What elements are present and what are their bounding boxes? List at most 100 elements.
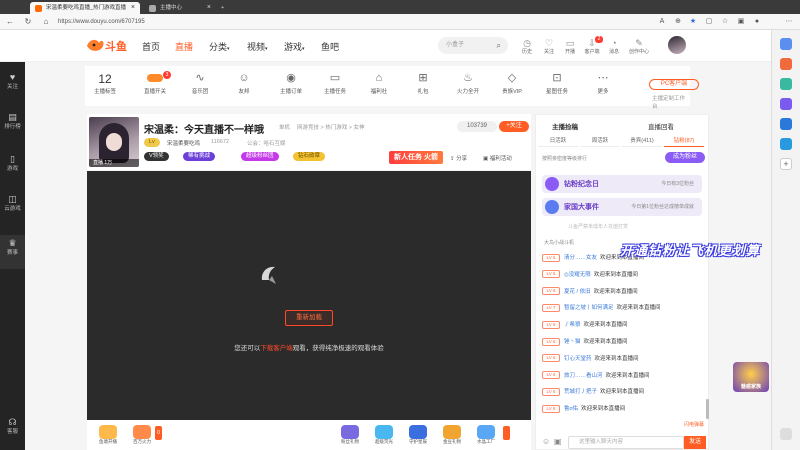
split-screen-icon[interactable]: ▢	[704, 17, 714, 27]
close-tab-icon[interactable]: ×	[131, 2, 135, 14]
outlook-icon[interactable]	[780, 138, 792, 150]
douyu-logo[interactable]: 斗鱼	[85, 37, 127, 55]
favorite-star-icon[interactable]: ★	[688, 17, 698, 27]
subtab-daily[interactable]: 日活跃	[538, 135, 578, 147]
tab-replay[interactable]: 直播回看	[648, 121, 674, 131]
new-tab-button[interactable]: +	[218, 2, 232, 14]
nav-home[interactable]: 首页	[142, 40, 160, 53]
tools-icon[interactable]	[780, 78, 792, 90]
tool-orders[interactable]: ◉ 主播订单	[271, 71, 311, 95]
chat-username[interactable]: 钉心天堂药	[564, 356, 592, 362]
chat-username[interactable]: 清分……女友	[564, 255, 597, 261]
subtab-weekly[interactable]: 周活跃	[580, 135, 620, 147]
follow-button[interactable]: ♡ 关注	[539, 38, 559, 55]
promo-event[interactable]: 家国大事件 今日第1位粉丝达成榜单成就	[542, 198, 702, 216]
gift-item[interactable]: 百万火力	[129, 425, 155, 445]
office-icon[interactable]	[780, 118, 792, 130]
gift-item[interactable]: 水晶工厂	[473, 425, 499, 445]
close-tab-icon[interactable]: ×	[207, 2, 211, 14]
home-icon[interactable]: ⌂	[40, 16, 52, 28]
tag-count[interactable]: 12 主播标签	[85, 71, 125, 95]
become-fan-button[interactable]: 成为粉丝	[665, 152, 705, 163]
history-button[interactable]: ◷ 历史	[517, 38, 537, 55]
gift-item[interactable]: 超级荧光	[371, 425, 397, 445]
chat-username[interactable]: 锤丶猫	[564, 339, 581, 345]
tool-friends[interactable]: ☺ 友邦	[224, 71, 264, 95]
user-avatar[interactable]	[668, 36, 686, 54]
tool-gift-pack[interactable]: ⊞ 礼包	[403, 71, 443, 95]
family-badge[interactable]: 魅惑家族	[733, 362, 769, 392]
nav-live[interactable]: 直播	[175, 40, 193, 53]
collections-icon[interactable]: ▣	[736, 17, 746, 27]
sidebar-item-follow[interactable]: ♥ 关注	[0, 72, 25, 90]
subtab-vip[interactable]: 贵宾(411)	[622, 135, 662, 147]
badge-rare-challenge[interactable]: 稀有挑战	[183, 152, 216, 161]
gift-scroll-handle[interactable]	[503, 426, 510, 440]
tool-vip[interactable]: ◇ 贵族VIP	[492, 71, 532, 95]
profile-icon[interactable]: ●	[752, 17, 762, 27]
sidebar-item-games[interactable]: ▯ 游戏	[0, 154, 25, 172]
chat-username[interactable]: 旅刀……看山河	[564, 373, 603, 379]
tab-anchor-picks[interactable]: 主播捡稿	[552, 121, 578, 131]
browser-tab-active[interactable]: 宋温柔要吃鸡直播_热门游戏直播 ×	[30, 2, 140, 14]
chat-username[interactable]: 暂留之坡丨如何满足	[564, 305, 614, 311]
sidebar-item-cloud-game[interactable]: ◫ 云游戏	[0, 194, 25, 212]
gift-item[interactable]: 鱼塘开播	[95, 425, 121, 445]
add-icon[interactable]: +	[780, 158, 792, 170]
stream-category[interactable]: 单机	[279, 123, 290, 131]
badge-super-fans[interactable]: 超级粉丝团	[241, 152, 279, 161]
sidebar-item-support[interactable]: ☊ 客服	[0, 417, 25, 435]
browser-tab[interactable]: 主播中心 ×	[144, 2, 216, 14]
promo-anniversary[interactable]: 钻粉纪念日 今日有3位粉丝	[542, 175, 702, 193]
emoji-icon[interactable]: ☺	[542, 437, 550, 446]
badge-diamond[interactable]: 钻石勋章	[293, 152, 326, 161]
badge-v[interactable]: V领奖	[144, 152, 169, 161]
tool-firepower[interactable]: ♨ 火力全开	[448, 71, 488, 95]
sidebar-item-events[interactable]: ♛ 赛事	[0, 235, 25, 269]
tool-live-switch[interactable]: 直播开关 3	[135, 71, 175, 95]
new-task-banner[interactable]: 新人任务 火箭	[389, 151, 443, 164]
flash-danmu-toggle[interactable]: 闪电弹幕	[684, 421, 704, 428]
tool-music[interactable]: ∿ 音乐团	[180, 71, 220, 95]
tool-welfare[interactable]: ⌂ 福利社	[359, 71, 399, 95]
nav-video[interactable]: 视频▾	[247, 40, 268, 53]
chat-username[interactable]: 鲁o佑	[564, 406, 578, 412]
pc-client-button[interactable]: PC客户端	[649, 79, 699, 90]
gift-item[interactable]: 粉丝礼物	[337, 425, 363, 445]
reload-button[interactable]: 重新加载	[285, 310, 333, 326]
send-button[interactable]: 发送	[684, 436, 706, 449]
video-player[interactable]: 重新加载 您还可以下载客户端观看，获得纯净极速的观看体验	[87, 171, 531, 420]
zoom-icon[interactable]: ⊕	[673, 17, 683, 27]
shopping-icon[interactable]	[780, 58, 792, 70]
follow-button[interactable]: +关注	[499, 121, 529, 132]
chat-username[interactable]: 夏花 / 依旧	[564, 289, 591, 295]
stream-path[interactable]: 网游竞技 > 热门游戏 > 女神	[297, 123, 365, 131]
tool-star-tasks[interactable]: ⊡ 星图任务	[537, 71, 577, 95]
gift-box-icon[interactable]: ▣	[554, 437, 562, 446]
streamer-avatar[interactable]: 直播 1万	[89, 117, 139, 167]
guild-label[interactable]: 公会：哈石互娱	[247, 139, 286, 147]
promo-overlay-text[interactable]: 开通钻粉让飞机更划算	[620, 240, 760, 259]
nav-category[interactable]: 分类▾	[209, 40, 230, 53]
creator-center-button[interactable]: ✎ 创作中心	[626, 38, 652, 55]
sidebar-item-ranking[interactable]: ▤ 排行榜	[0, 112, 25, 130]
gift-item[interactable]: 金豆礼物	[439, 425, 465, 445]
more-menu-icon[interactable]: ⋯	[784, 17, 794, 27]
start-live-button[interactable]: ▭ 开播	[560, 38, 580, 55]
read-aloud-icon[interactable]: A	[657, 17, 667, 27]
search-icon[interactable]: ⌕	[497, 37, 501, 54]
search-icon[interactable]	[780, 38, 792, 50]
refresh-icon[interactable]: ↻	[22, 16, 34, 28]
tool-more[interactable]: ⋯ 更多	[583, 71, 623, 95]
settings-icon[interactable]	[780, 428, 792, 440]
chat-username[interactable]: ◎没耀无限	[564, 272, 591, 278]
favorites-icon[interactable]: ☆	[720, 17, 730, 27]
gift-item[interactable]: 守护星辰	[405, 425, 431, 445]
chat-username[interactable]: 丿希狼	[564, 322, 581, 328]
client-button[interactable]: ⇩ 客户端 2	[582, 36, 603, 55]
download-client-link[interactable]: 下载客户端	[260, 345, 293, 352]
message-button[interactable]: ◔ 消息	[604, 38, 624, 55]
url-field[interactable]: https://www.douyu.com/6707195	[58, 16, 648, 28]
nav-game[interactable]: 游戏▾	[284, 40, 305, 53]
subtab-diamond-fans[interactable]: 钻粉(87)	[664, 135, 704, 147]
